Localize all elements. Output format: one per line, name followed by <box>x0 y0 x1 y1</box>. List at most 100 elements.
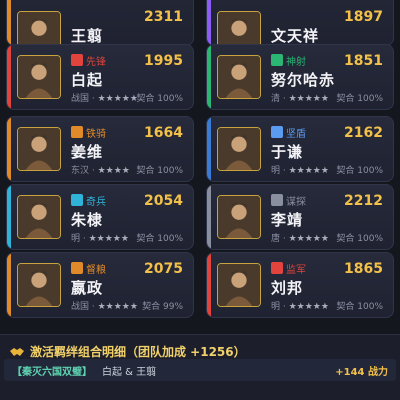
general-name: 嬴政 <box>71 279 104 297</box>
general-portrait <box>217 11 261 45</box>
general-trait: 奇兵 <box>71 193 106 208</box>
card-rarity-stripe <box>7 117 11 181</box>
general-trait: 先锋 <box>71 53 106 68</box>
general-power: 2212 <box>344 193 383 209</box>
general-stars: ★★★★★ <box>97 94 138 104</box>
general-portrait <box>17 195 61 239</box>
general-trait: 谋探 <box>271 193 306 208</box>
general-era: 战国 · ★★★★★ <box>71 299 138 312</box>
general-portrait <box>217 55 261 99</box>
scroll-icon <box>271 194 283 206</box>
general-stars: ★★★★★ <box>97 302 138 312</box>
general-era-text: 明 · <box>271 302 289 312</box>
general-fit: 契合 100% <box>136 166 183 176</box>
general-era: 东汉 · ★★★★ <box>71 163 130 176</box>
general-trait: 监军 <box>271 261 306 276</box>
card-rarity-stripe <box>7 253 11 317</box>
general-era-text: 战国 · <box>71 94 98 104</box>
general-card[interactable]: 坚盾 于谦 2162 明 · ★★★★★ 契合 100% <box>206 116 394 182</box>
general-fit: 契合 100% <box>336 166 383 176</box>
general-card[interactable]: 铁骑姜维 1664 东汉 · ★★★★ 契合 100% <box>6 116 194 182</box>
general-trait-label: 谋探 <box>286 196 306 208</box>
general-portrait <box>17 263 61 307</box>
general-card[interactable]: 王翦2311战国 · ★★★★★契合 100% <box>6 0 194 46</box>
crate-icon <box>71 262 83 274</box>
general-trait: 督粮 <box>71 261 106 276</box>
bond-combo-bonus: +144 战力 <box>335 366 388 378</box>
general-fit: 契合 100% <box>336 94 383 104</box>
general-name: 朱棣 <box>71 211 104 229</box>
card-rarity-stripe <box>7 45 11 109</box>
general-power: 1865 <box>344 261 383 277</box>
general-card[interactable]: 文天祥1897宋 · ★★★★★契合 100% <box>206 0 394 46</box>
general-era-text: 清 · <box>271 94 289 104</box>
general-fit: 契合 100% <box>136 94 183 104</box>
general-fit: 契合 100% <box>136 234 183 244</box>
general-portrait <box>17 11 61 45</box>
general-trait-label: 监军 <box>286 264 306 276</box>
general-trait-label: 铁骑 <box>86 128 106 140</box>
drum-icon <box>271 262 283 274</box>
general-card[interactable]: 奇兵朱棣 2054 明 · ★★★★★ 契合 100% <box>6 184 194 250</box>
general-trait-label: 督粮 <box>86 264 106 276</box>
card-rarity-stripe <box>7 185 11 249</box>
general-portrait <box>217 263 261 307</box>
card-rarity-stripe <box>207 253 211 317</box>
general-era-text: 战国 · <box>71 302 98 312</box>
general-fit: 契合 100% <box>336 302 383 312</box>
general-era: 清 · ★★★★★ <box>271 91 329 104</box>
handshake-icon <box>10 347 24 356</box>
general-power: 1664 <box>144 125 183 141</box>
general-trait: 铁骑 <box>71 125 106 140</box>
general-era: 唐 · ★★★★★ <box>271 231 329 244</box>
general-power: 2162 <box>344 125 383 141</box>
card-rarity-stripe <box>207 0 211 45</box>
general-era: 明 · ★★★★★ <box>71 231 129 244</box>
general-trait: 坚盾 <box>271 125 306 140</box>
bond-combo-row[interactable]: 【秦灭六国双璧】 白起 & 王翦 +144 战力 <box>4 359 396 381</box>
general-card[interactable]: 监军刘邦 1865 明 · ★★★★★ 契合 100% <box>206 252 394 318</box>
bond-title: 激活羁绊组合明细（团队加成 +1256） <box>10 343 246 360</box>
general-name: 努尔哈赤 <box>271 71 336 89</box>
general-trait-label: 先锋 <box>86 56 106 68</box>
general-trait: 神射 <box>271 53 306 68</box>
general-name: 姜维 <box>71 143 104 161</box>
general-stars: ★★★★★ <box>288 234 329 244</box>
general-card[interactable]: 神射努尔哈赤 1851 清 · ★★★★★ 契合 100% <box>206 44 394 110</box>
general-stars: ★★★★ <box>97 166 130 176</box>
bond-title-text: 激活羁绊组合明细（团队加成 +1256） <box>30 345 246 359</box>
general-era-text: 东汉 · <box>71 166 98 176</box>
general-power: 2075 <box>144 261 183 277</box>
general-trait-label: 奇兵 <box>86 196 106 208</box>
card-rarity-stripe <box>207 185 211 249</box>
general-portrait <box>217 195 261 239</box>
general-era-text: 明 · <box>271 166 289 176</box>
general-card[interactable]: 先锋白起 1995 战国 · ★★★★★ 契合 100% <box>6 44 194 110</box>
wave-icon <box>71 194 83 206</box>
general-power: 1851 <box>344 53 383 69</box>
general-era: 战国 · ★★★★★ <box>71 91 138 104</box>
bow-icon <box>271 54 283 66</box>
general-portrait <box>17 55 61 99</box>
general-name: 王翦 <box>71 27 104 45</box>
general-name: 白起 <box>71 71 104 89</box>
general-era: 明 · ★★★★★ <box>271 299 329 312</box>
general-card[interactable]: 督粮 嬴政 2075 战国 · ★★★★★ 契合 99% <box>6 252 194 318</box>
general-name: 李靖 <box>271 211 304 229</box>
general-power: 1995 <box>144 53 183 69</box>
card-rarity-stripe <box>7 0 11 45</box>
card-rarity-stripe <box>207 117 211 181</box>
general-power: 2054 <box>144 193 183 209</box>
general-name: 文天祥 <box>271 27 320 45</box>
general-trait-label: 坚盾 <box>286 128 306 140</box>
general-portrait <box>217 127 261 171</box>
general-stars: ★★★★★ <box>288 302 329 312</box>
general-trait-label: 神射 <box>286 56 306 68</box>
general-stars: ★★★★★ <box>88 234 129 244</box>
general-era-text: 唐 · <box>271 234 289 244</box>
general-name: 刘邦 <box>271 279 304 297</box>
general-stars: ★★★★★ <box>288 94 329 104</box>
general-card[interactable]: 谋探 李靖 2212 唐 · ★★★★★ 契合 100% <box>206 184 394 250</box>
bond-combo-name: 【秦灭六国双璧】 <box>12 366 92 378</box>
general-name: 于谦 <box>271 143 304 161</box>
